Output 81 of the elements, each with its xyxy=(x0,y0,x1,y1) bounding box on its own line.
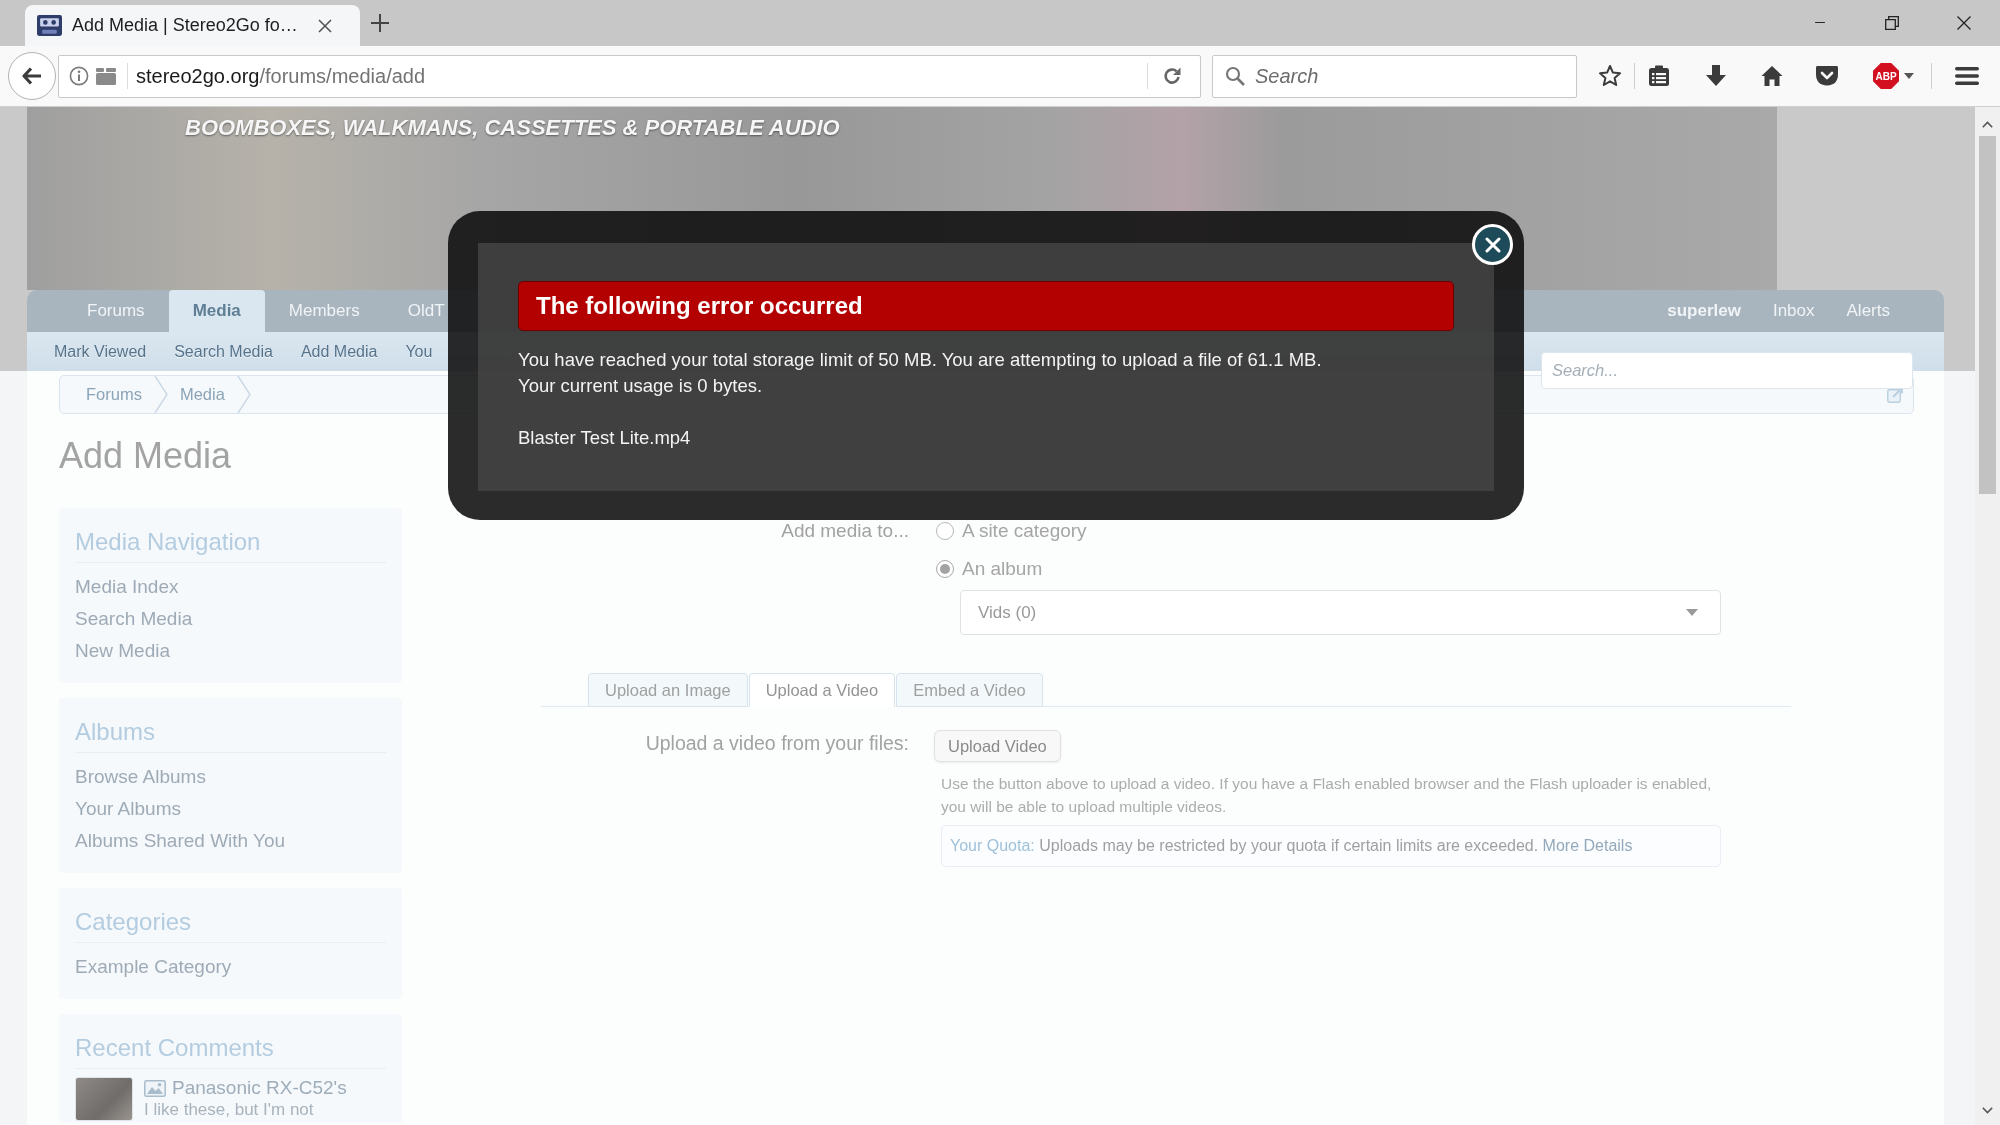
upload-hint: Use the button above to upload a video. If you have a Flash enabled browser and the Flash uploader is enabled, you will be able to upload multiple videos. xyxy=(941,774,1713,817)
caret-icon xyxy=(1686,609,1698,616)
radio-label[interactable]: A site category xyxy=(962,520,1087,542)
chevron-icon xyxy=(153,376,168,413)
back-arrow-icon xyxy=(22,67,42,85)
close-icon[interactable] xyxy=(318,18,332,33)
chevron-icon xyxy=(236,376,251,413)
upload-button[interactable]: Upload Video xyxy=(934,730,1061,762)
radio-button[interactable] xyxy=(936,522,954,540)
more-details-link[interactable]: More Details xyxy=(1542,837,1633,854)
close-button[interactable] xyxy=(1472,224,1513,265)
close-icon xyxy=(1484,236,1501,253)
search-field[interactable]: Search xyxy=(1212,54,1577,98)
search-icon xyxy=(1225,66,1245,86)
sidebar-link[interactable]: Example Category xyxy=(75,951,232,983)
search-field[interactable]: Search... xyxy=(1541,352,1913,389)
clipboard-icon[interactable] xyxy=(1648,65,1670,87)
sidebar-link[interactable]: Albums Shared With You xyxy=(75,825,286,857)
page-title: Add Media xyxy=(59,434,232,478)
thumbnail-photo[interactable] xyxy=(75,1077,133,1121)
upload-tab[interactable]: Upload a Video xyxy=(748,673,896,707)
adblock-button[interactable]: ABP xyxy=(1873,63,1914,89)
album-select[interactable]: Vids (0) xyxy=(960,590,1721,635)
caret-icon xyxy=(1904,73,1914,79)
shield-icon[interactable] xyxy=(1816,66,1838,86)
error-message: Your current usage is 0 bytes. xyxy=(518,374,763,398)
quota-notice: Your Quota: Uploads may be restricted by your quota if certain limits are exceeded. More Details xyxy=(950,837,1633,855)
image-icon xyxy=(144,1079,166,1097)
sidebar-link[interactable]: Media Index xyxy=(75,571,179,603)
restore-icon[interactable] xyxy=(1885,16,1899,30)
subnav-link[interactable]: Search Media xyxy=(160,342,287,361)
nav-link[interactable]: Inbox xyxy=(1756,290,1831,332)
info-icon[interactable] xyxy=(69,66,89,86)
panel-title: Recent Comments xyxy=(75,1034,386,1069)
plus-icon[interactable] xyxy=(371,14,389,32)
panel-title: Categories xyxy=(75,908,386,943)
browser-tab[interactable]: Add Media | Stereo2Go fo… xyxy=(25,5,360,46)
minimize-icon[interactable] xyxy=(1813,22,1827,24)
field-label: Add media to... xyxy=(780,519,909,543)
username-link[interactable]: superlew xyxy=(1651,290,1757,332)
nav-link[interactable]: Alerts xyxy=(1830,290,1906,332)
subnav-link[interactable]: Mark Viewed xyxy=(40,342,161,361)
download-icon[interactable] xyxy=(1705,65,1727,87)
url-field[interactable]: stereo2go.org/forums/media/add xyxy=(58,54,1201,98)
panel-title: Media Navigation xyxy=(75,528,386,563)
upload-tab[interactable]: Embed a Video xyxy=(896,673,1043,707)
panel-title: Albums xyxy=(75,718,386,753)
back-button[interactable] xyxy=(8,52,56,100)
folder-icon[interactable] xyxy=(96,67,116,85)
field-label: Upload a video from your files: xyxy=(644,731,909,756)
error-heading: The following error occurred xyxy=(518,281,1454,331)
comment-excerpt: I like these, but I'm not xyxy=(144,1099,315,1121)
menu-icon[interactable] xyxy=(1955,66,1979,86)
sidebar-link[interactable]: New Media xyxy=(75,635,171,667)
comment-title-link[interactable]: Panasonic RX-C52's xyxy=(172,1077,347,1099)
nav-tab[interactable]: Media xyxy=(168,290,265,332)
tagline: BOOMBOXES, WALKMANS, CASSETTES & PORTABLE AUDIO xyxy=(185,115,840,141)
sidebar-link[interactable]: Your Albums xyxy=(75,793,181,825)
subnav-link[interactable]: You xyxy=(391,342,447,361)
radio-label[interactable]: An album xyxy=(962,558,1043,580)
scroll-down-icon[interactable] xyxy=(1982,1107,1993,1114)
star-icon[interactable] xyxy=(1598,64,1622,88)
adblock-badge: ABP xyxy=(1873,63,1899,89)
reload-icon[interactable] xyxy=(1162,66,1182,86)
radio-button[interactable] xyxy=(936,560,954,578)
upload-tab[interactable]: Upload an Image xyxy=(588,673,748,707)
error-message: You have reached your total storage limit of 50 MB. You are attempting to upload a file of 61.1 MB. xyxy=(518,348,1322,372)
nav-tab[interactable]: Forums xyxy=(63,290,169,332)
home-icon[interactable] xyxy=(1761,65,1783,87)
scrollbar[interactable] xyxy=(1975,107,2000,1125)
close-icon[interactable] xyxy=(1957,16,1971,30)
breadcrumb-link[interactable]: Forums xyxy=(86,385,142,404)
file-name: Blaster Test Lite.mp4 xyxy=(518,426,691,450)
subnav-link[interactable]: Add Media xyxy=(286,342,392,361)
sidebar-link[interactable]: Search Media xyxy=(75,603,193,635)
scrollbar-thumb[interactable] xyxy=(1979,136,1996,494)
sidebar-link[interactable]: Browse Albums xyxy=(75,761,206,793)
breadcrumb-link[interactable]: Media xyxy=(179,385,225,404)
scroll-up-icon[interactable] xyxy=(1982,121,1993,128)
nav-tab[interactable]: Members xyxy=(264,290,384,332)
cassette-icon xyxy=(37,15,62,36)
